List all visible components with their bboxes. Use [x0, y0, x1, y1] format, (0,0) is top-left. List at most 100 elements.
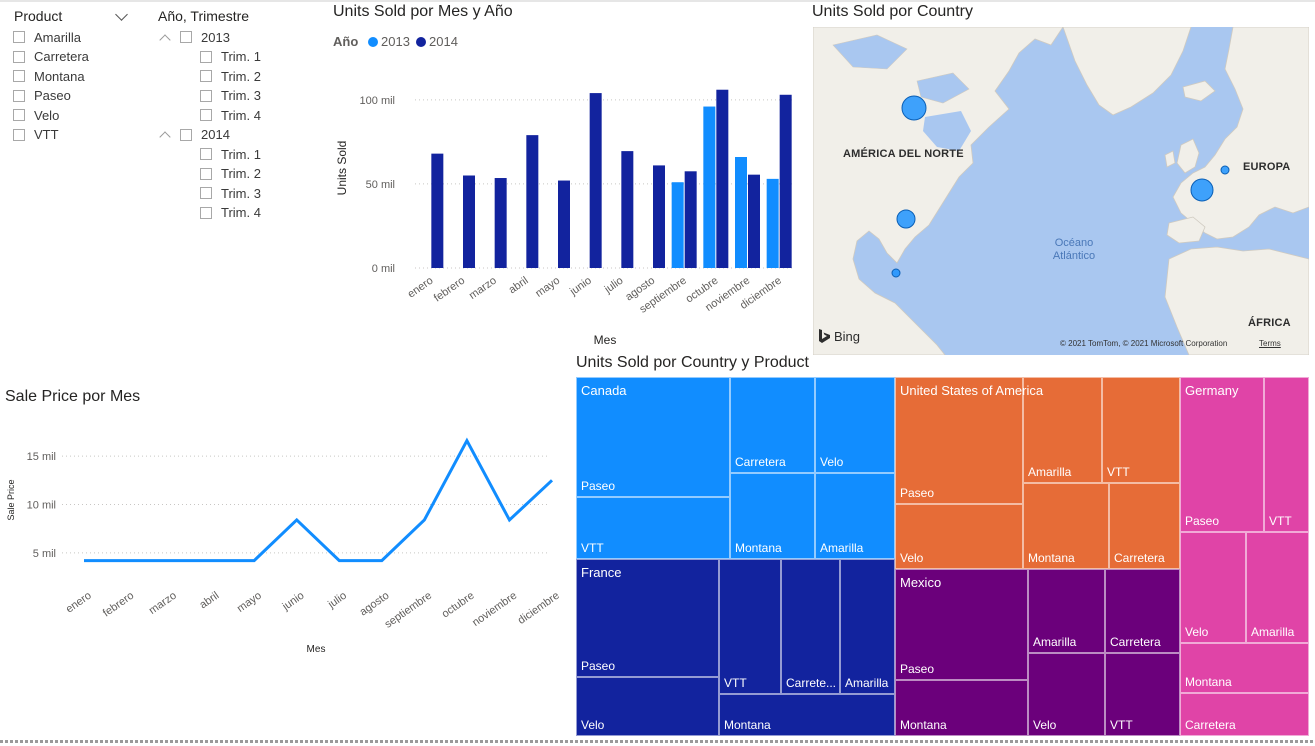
treemap-group-united-states-of-america[interactable]: Paseo Velo Amarilla VTT Montana Carretera Unit… [895, 377, 1180, 569]
checkbox[interactable] [13, 128, 25, 141]
legend-item[interactable]: 2014 [429, 34, 458, 49]
bar-2014-abril[interactable] [526, 135, 539, 268]
bar-2013-noviembre[interactable] [735, 157, 747, 268]
quarter-option[interactable]: Trim. 4 [200, 106, 261, 124]
checkbox[interactable] [13, 109, 25, 121]
treemap-tile[interactable]: Montana [730, 473, 815, 559]
treemap-tile[interactable]: Carretera [1105, 569, 1180, 653]
product-option-paseo[interactable]: Paseo [13, 87, 71, 105]
treemap-tile[interactable]: VTT [1105, 653, 1180, 736]
bar-2014-septiembre[interactable] [684, 171, 697, 268]
treemap-tile[interactable]: Montana [1023, 483, 1109, 569]
quarter-option[interactable]: Trim. 4 [200, 204, 261, 222]
bar-2013-septiembre[interactable] [671, 182, 684, 268]
bar-2014-agosto[interactable] [653, 165, 665, 268]
checkbox[interactable] [180, 128, 192, 141]
line-series[interactable] [84, 437, 554, 563]
treemap-tile[interactable]: VTT [719, 559, 781, 694]
x-tick-label: octubre [440, 590, 477, 621]
treemap-tile[interactable]: VTT [1102, 377, 1180, 483]
checkbox[interactable] [200, 89, 212, 102]
map-terms-link[interactable]: Terms [1259, 339, 1281, 348]
year-option-2014[interactable]: 2014 [158, 126, 230, 144]
product-option-amarilla[interactable]: Amarilla [13, 28, 81, 46]
treemap-tile[interactable]: VTT [576, 497, 730, 559]
bar-2013-diciembre[interactable] [766, 178, 779, 268]
treemap-tile[interactable]: Montana [895, 680, 1028, 736]
year-option-2013[interactable]: 2013 [158, 28, 230, 46]
x-axis-title: Mes [594, 333, 617, 347]
x-tick-label: mayo [235, 590, 264, 615]
bar-2013-octubre[interactable] [703, 106, 716, 268]
treemap-tile[interactable]: Amarilla [840, 559, 895, 694]
quarter-option[interactable]: Trim. 3 [200, 184, 261, 202]
map-bubble-mexico[interactable] [891, 268, 901, 278]
chevron-up-icon[interactable] [159, 33, 171, 46]
checkbox[interactable] [13, 89, 25, 102]
checkbox[interactable] [200, 206, 212, 219]
treemap-tile[interactable]: Carretera [1109, 483, 1180, 569]
checkbox[interactable] [200, 70, 212, 82]
product-option-velo[interactable]: Velo [13, 106, 59, 124]
legend-item[interactable]: 2013 [381, 34, 410, 49]
treemap-group-canada[interactable]: Paseo VTT Carretera Velo Montana Amarilla Cana… [576, 377, 895, 559]
checkbox[interactable] [13, 70, 25, 82]
checkbox[interactable] [180, 31, 192, 43]
product-option-vtt[interactable]: VTT [13, 126, 59, 144]
bar-2014-diciembre[interactable] [779, 94, 792, 268]
legend-marker [416, 37, 426, 47]
map-bubble-germany[interactable] [1220, 165, 1230, 175]
bar-2014-febrero[interactable] [463, 175, 475, 269]
quarter-option[interactable]: Trim. 1 [200, 145, 261, 163]
product-option-montana[interactable]: Montana [13, 67, 85, 85]
checkbox[interactable] [200, 167, 212, 180]
product-option-label: Paseo [34, 88, 71, 103]
treemap-tile[interactable]: Velo [1180, 532, 1246, 643]
treemap-tile[interactable]: Paseo [1180, 377, 1264, 532]
bar-2014-enero[interactable] [431, 153, 444, 268]
treemap-tile[interactable]: Amarilla [815, 473, 895, 559]
treemap-tile[interactable]: Carretera [1180, 693, 1309, 736]
treemap[interactable]: Paseo VTT Carretera Velo Montana Amarilla Cana… [576, 377, 1309, 736]
map-bubble-united-states-of-america[interactable] [896, 209, 916, 229]
treemap-tile[interactable]: Carrete... [781, 559, 840, 694]
treemap-tile[interactable]: Velo [815, 377, 895, 473]
treemap-group-germany[interactable]: Paseo VTT Velo Amarilla Montana Carretera Germ… [1180, 377, 1309, 736]
chevron-up-icon[interactable] [159, 131, 171, 143]
treemap-tile-label: Amarilla [845, 676, 889, 690]
treemap-tile[interactable]: Montana [1180, 643, 1309, 693]
bar-2014-marzo[interactable] [494, 178, 507, 268]
treemap-tile[interactable]: Montana [719, 694, 895, 736]
map-bubble-france[interactable] [1190, 178, 1214, 202]
checkbox[interactable] [13, 31, 25, 43]
bubble-map[interactable]: AMÉRICA DEL NORTE EUROPA ÁFRICA Océano A… [813, 27, 1309, 355]
treemap-tile[interactable]: Carretera [730, 377, 815, 473]
treemap-group-france[interactable]: Paseo Velo VTT Carrete... Amarilla Montana Fra… [576, 559, 895, 736]
bar-2014-noviembre[interactable] [748, 174, 760, 268]
checkbox[interactable] [13, 50, 25, 63]
bar-2014-octubre[interactable] [716, 89, 729, 269]
treemap-tile[interactable]: VTT [1264, 377, 1309, 532]
quarter-option[interactable]: Trim. 1 [200, 48, 261, 66]
chevron-down-icon[interactable] [115, 8, 128, 21]
checkbox[interactable] [200, 109, 212, 121]
checkbox[interactable] [200, 148, 212, 160]
quarter-option[interactable]: Trim. 2 [200, 67, 261, 85]
product-option-carretera[interactable]: Carretera [13, 48, 89, 66]
treemap-tile[interactable]: Velo [895, 504, 1023, 569]
treemap-group-label: United States of America [900, 383, 1044, 398]
bar-2014-julio[interactable] [621, 151, 634, 268]
bar-2014-mayo[interactable] [558, 180, 570, 268]
quarter-option[interactable]: Trim. 3 [200, 87, 261, 105]
bar-2014-junio[interactable] [589, 93, 602, 268]
checkbox[interactable] [200, 187, 212, 199]
map-bubble-canada[interactable] [901, 95, 927, 121]
treemap-tile[interactable]: Velo [1028, 653, 1105, 736]
checkbox[interactable] [200, 50, 212, 63]
treemap-tile[interactable]: Amarilla [1028, 569, 1105, 653]
x-tick-label: abril [197, 590, 221, 612]
quarter-option[interactable]: Trim. 2 [200, 165, 261, 183]
treemap-tile[interactable]: Amarilla [1246, 532, 1309, 643]
treemap-group-mexico[interactable]: Paseo Montana Amarilla Carretera Velo VTT Mexi… [895, 569, 1180, 736]
treemap-tile[interactable]: Velo [576, 677, 719, 736]
